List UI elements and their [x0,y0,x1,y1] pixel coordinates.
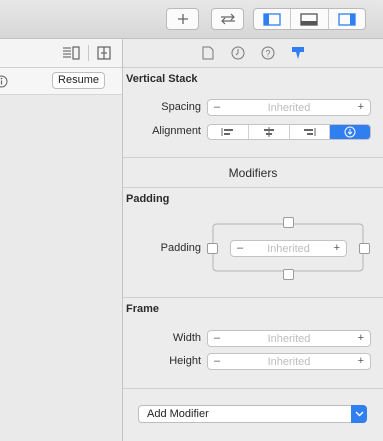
spacing-stepper[interactable]: – Inherited + [207,99,371,116]
right-panel-icon [338,12,356,26]
inspector-panel: ? Vertical Stack Spacing – Inherited + A… [123,39,383,441]
inspector-tabs: ? [123,39,383,67]
width-increment[interactable]: + [358,332,364,344]
section-divider [123,388,383,389]
width-label: Width [172,332,201,344]
editor-options-icon[interactable] [62,46,80,60]
add-modifier-popup[interactable]: Add Modifier [138,405,367,423]
add-modifier-label: Add Modifier [147,408,209,420]
spacing-increment[interactable]: + [358,101,364,113]
height-increment[interactable]: + [358,355,364,367]
help-icon: ? [261,46,275,60]
clock-icon [231,46,245,60]
preview-row: Resume [0,68,122,95]
add-editor-icon[interactable] [97,46,111,60]
file-icon [202,46,214,60]
height-label: Height [169,355,201,367]
attributes-icon [292,47,304,59]
spacing-value: Inherited [267,102,311,114]
left-panel-icon [263,12,281,26]
alignment-trailing-button[interactable] [288,125,330,139]
header-divider [88,45,89,61]
padding-trailing-checkbox[interactable] [359,243,370,254]
spacing-label: Spacing [161,101,201,113]
tab-history-inspector[interactable] [229,44,247,62]
canvas-pane: Resume [0,39,123,441]
padding-leading-checkbox[interactable] [207,243,218,254]
vertical-stack-title: Vertical Stack [126,73,198,85]
padding-value: Inherited [267,243,310,255]
padding-bottom-checkbox[interactable] [283,269,294,280]
padding-title: Padding [126,193,170,205]
align-leading-icon [221,128,233,136]
tab-file-inspector[interactable] [199,44,217,62]
panel-toggle-group [253,8,366,30]
alignment-leading-button[interactable] [208,125,248,139]
tab-quick-help[interactable]: ? [259,44,277,62]
toggle-inspector-button[interactable] [327,9,365,29]
add-library-button[interactable] [166,8,199,30]
padding-increment[interactable]: + [334,242,340,254]
frame-title: Frame [126,303,160,315]
resume-button[interactable]: Resume [52,72,105,89]
swap-arrows-icon [220,13,235,25]
height-stepper[interactable]: – Inherited + [207,353,371,370]
tab-attributes-inspector[interactable] [289,44,307,62]
toggle-navigator-button[interactable] [254,9,290,29]
plus-icon [177,14,188,24]
bottom-panel-icon [300,12,319,26]
tabs-divider [123,67,383,68]
toggle-debug-area-button[interactable] [290,9,327,29]
alignment-label: Alignment [152,125,201,137]
info-icon[interactable] [0,75,8,88]
align-trailing-icon [304,128,316,136]
section-divider [123,297,383,298]
arrow-down-circle-icon [344,126,356,138]
window-toolbar [0,0,383,39]
padding-stepper[interactable]: – Inherited + [230,240,347,257]
width-stepper[interactable]: – Inherited + [207,330,371,347]
canvas-header [0,39,122,68]
height-value: Inherited [267,356,311,368]
alignment-default-button[interactable] [329,125,370,139]
section-divider [123,187,383,188]
width-value: Inherited [267,333,311,345]
swap-editor-button[interactable] [211,8,244,30]
alignment-center-button[interactable] [247,125,289,139]
padding-top-checkbox[interactable] [283,217,294,228]
svg-text:?: ? [265,49,270,59]
popup-chevron [351,405,367,423]
align-center-icon [263,127,274,137]
padding-label: Padding [160,242,201,254]
section-divider [123,157,383,158]
alignment-control [207,124,371,140]
chevron-down-icon [355,411,363,417]
modifiers-heading: Modifiers [228,166,278,180]
